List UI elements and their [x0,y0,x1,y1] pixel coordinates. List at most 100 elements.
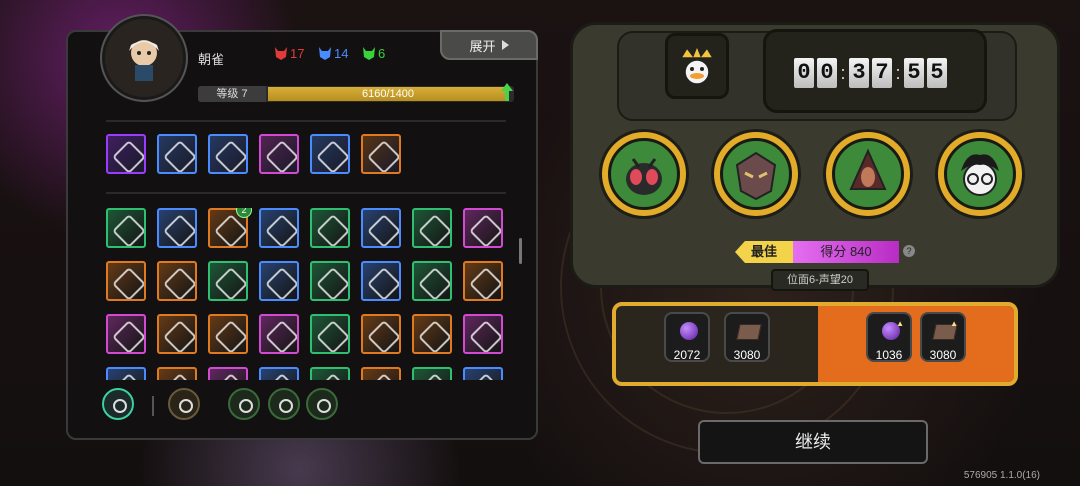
skill-icon[interactable] [208,134,248,174]
relic-icon[interactable] [106,314,146,354]
skill-icon[interactable] [157,134,197,174]
timer-box: 0 0 : 3 7 : 5 5 [763,29,987,113]
brick-reward-value: 3080 [733,348,761,362]
character-panel: 朝雀 17 14 6 展开 等级 7 6160/1400 2 [66,16,538,440]
relic-icon[interactable] [310,208,350,248]
armored-boss-icon [735,151,777,201]
skill-icon[interactable] [361,134,401,174]
flask-slot-icon[interactable] [268,388,300,420]
red-mask-icon [275,47,287,60]
glasses-boy-icon [961,154,999,196]
crown-box [665,33,729,99]
relic-icon[interactable] [208,314,248,354]
relic-icon[interactable] [259,208,299,248]
relic-icon[interactable] [208,367,248,380]
continue-button[interactable]: 继续 [698,420,928,464]
purple-gem-icon [680,322,698,340]
blue-mask-icon [319,47,331,60]
relic-icon[interactable] [106,367,146,380]
relic-icon[interactable] [463,208,503,248]
play-arrow-icon [501,40,509,50]
divider [106,192,506,194]
timer-digit: 0 [794,58,814,88]
red-resource: 17 [274,45,304,61]
relic-icon[interactable] [106,261,146,301]
relic-icon[interactable] [259,367,299,380]
divider [152,396,154,416]
boss-armored [711,129,801,219]
green-resource: 6 [362,45,385,61]
character-portrait-icon [129,40,159,81]
relic-grid: 2 [106,208,526,380]
relic-icon[interactable] [361,367,401,380]
green-resource-count: 6 [378,45,386,61]
skill-icon[interactable] [259,134,299,174]
relic-icon[interactable] [412,314,452,354]
help-icon[interactable]: ? [903,245,915,257]
relic-icon[interactable] [310,367,350,380]
relic-icon[interactable] [157,208,197,248]
result-machine: 0 0 : 3 7 : 5 5 最佳 得分 840 ? 位面6-声望20 [570,22,1060,291]
ability-slot-icon[interactable] [228,388,260,420]
scrollbar[interactable] [519,238,522,264]
relic-icon[interactable] [361,314,401,354]
relic-icon[interactable] [259,261,299,301]
score-label: 得分 840 [793,241,899,263]
relic-icon[interactable] [208,261,248,301]
bonus-reward-area [818,306,1014,382]
timer-colon: : [895,63,901,83]
green-mask-icon [363,47,375,60]
timer-digit: 5 [904,58,924,88]
run-timer: 0 0 : 3 7 : 5 5 [794,58,947,88]
rune-slot-icon[interactable] [306,388,338,420]
red-resource-count: 17 [290,45,305,61]
chevron-up-icon: ▲ [896,319,904,328]
relic-icon[interactable] [106,208,146,248]
brick-icon [736,324,762,340]
gem-bonus-value: 1036 [875,348,903,362]
version-label: 576905 1.1.0(16) [963,470,1040,481]
relic-icon[interactable] [412,261,452,301]
potion-slot-icon[interactable] [102,388,134,420]
relic-icon[interactable] [412,208,452,248]
relic-icon[interactable] [463,314,503,354]
reward-panel: 2072 3080 ▲ 1036 ▲ 3080 [612,302,1018,386]
relic-icon[interactable] [463,261,503,301]
chevron-up-icon: ▲ [950,319,958,328]
level-up-arrow-icon[interactable] [500,82,514,102]
timer-digit: 5 [927,58,947,88]
divider [106,120,506,122]
xp-text: 6160/1400 [362,88,414,100]
best-label: 最佳 [735,241,793,263]
relic-icon[interactable] [157,314,197,354]
relic-icon[interactable]: 2 [208,208,252,248]
blue-resource: 14 [318,45,348,61]
hooded-boss-icon [849,148,887,190]
relic-icon[interactable] [463,367,503,380]
gem-reward-value: 2072 [673,348,701,362]
relic-icon[interactable] [157,261,197,301]
boss-glasses [935,129,1025,219]
crown-duck-icon [679,44,715,85]
relic-icon[interactable] [361,261,401,301]
relic-icon[interactable] [361,208,401,248]
relic-icon[interactable] [310,261,350,301]
relic-icon[interactable] [157,367,197,380]
level-bar: 等级 7 6160/1400 [198,86,514,102]
relic-level-badge: 2 [236,208,252,218]
skill-icon[interactable] [310,134,350,174]
relic-icon[interactable] [412,367,452,380]
expand-button[interactable]: 展开 [440,30,538,60]
relic-icon[interactable] [310,314,350,354]
character-avatar[interactable] [102,16,186,100]
expand-label: 展开 [469,38,496,54]
timer-digit: 7 [872,58,892,88]
weapon-slot-icon[interactable] [168,388,200,420]
plane-label: 位面6-声望20 [771,269,869,291]
skill-icon[interactable] [106,134,146,174]
timer-digit: 3 [849,58,869,88]
brick-bonus-value: 3080 [929,348,957,362]
level-label: 等级 7 [198,86,266,102]
boss-insect [599,129,689,219]
relic-icon[interactable] [259,314,299,354]
